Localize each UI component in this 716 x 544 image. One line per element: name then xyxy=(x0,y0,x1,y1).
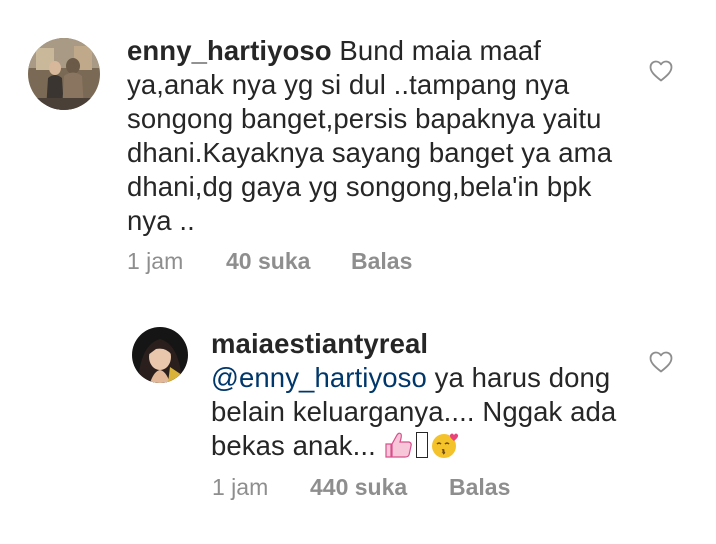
reply-comment-item: maiaestiantyreal @enny_hartiyoso ya haru… xyxy=(0,300,716,544)
comment-text-block: enny_hartiyoso Bund maia maaf ya,anak ny… xyxy=(127,34,627,238)
comment-timestamp: 1 jam xyxy=(212,473,269,500)
reply-button[interactable]: Balas xyxy=(351,248,412,275)
emoji-placeholder-glyph xyxy=(415,432,428,458)
avatar-photo xyxy=(132,327,188,383)
avatar[interactable] xyxy=(132,327,188,383)
thumbs-up-emoji-icon xyxy=(385,432,412,458)
likes-count[interactable]: 440 suka xyxy=(310,474,449,501)
reply-button[interactable]: Balas xyxy=(449,474,510,501)
comment-meta: 1 jam 40 suka Balas xyxy=(127,246,412,276)
avatar-photo xyxy=(28,38,100,110)
comment-timestamp: 1 jam xyxy=(127,247,184,274)
comment-meta: 1 jam 440 suka Balas xyxy=(212,472,510,502)
comment-username[interactable]: enny_hartiyoso xyxy=(127,35,332,66)
heart-outline-icon[interactable] xyxy=(649,60,673,82)
comment-username[interactable]: maiaestiantyreal xyxy=(211,327,631,361)
likes-count[interactable]: 40 suka xyxy=(226,248,351,275)
heart-outline-icon[interactable] xyxy=(649,351,673,373)
kissing-face-emoji-icon xyxy=(431,433,458,458)
mention-link[interactable]: @enny_hartiyoso xyxy=(211,362,427,393)
comment-item: enny_hartiyoso Bund maia maaf ya,anak ny… xyxy=(0,0,716,300)
comment-text-block: maiaestiantyreal @enny_hartiyoso ya haru… xyxy=(211,327,631,463)
avatar[interactable] xyxy=(28,38,100,110)
